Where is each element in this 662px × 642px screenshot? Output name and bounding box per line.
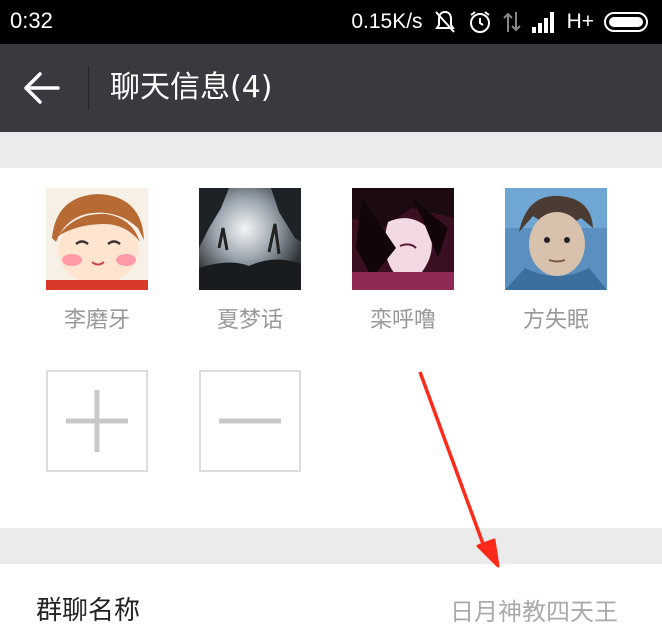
title-divider xyxy=(88,66,89,110)
title-bar: 聊天信息(4) xyxy=(0,44,662,132)
alarm-icon xyxy=(467,9,493,35)
remove-member-button[interactable] xyxy=(199,370,301,472)
mute-icon xyxy=(433,9,457,35)
member-item[interactable]: 李磨牙 xyxy=(45,188,149,334)
status-time: 0:32 xyxy=(10,8,53,33)
member-name: 李磨牙 xyxy=(63,308,130,333)
plus-icon xyxy=(66,390,128,452)
back-arrow-icon[interactable] xyxy=(22,70,62,106)
member-item[interactable]: 夏梦话 xyxy=(198,188,302,334)
data-transfer-icon xyxy=(502,10,521,34)
member-item[interactable]: 方失眠 xyxy=(504,188,608,334)
group-name-row[interactable]: 群聊名称 日月神教四天王 xyxy=(0,564,662,642)
minus-icon xyxy=(219,418,281,424)
member-name: 栾呼噜 xyxy=(369,308,436,333)
group-name-label: 群聊名称 xyxy=(36,596,141,626)
member-name: 夏梦话 xyxy=(216,308,283,333)
avatar[interactable] xyxy=(199,188,301,290)
add-member-button[interactable] xyxy=(46,370,148,472)
battery-icon xyxy=(604,11,650,33)
page-title: 聊天信息(4) xyxy=(110,70,273,105)
member-name: 方失眠 xyxy=(522,308,589,333)
group-name-value: 日月神教四天王 xyxy=(450,598,618,626)
network-speed: 0.15K/s xyxy=(351,10,423,33)
avatar[interactable] xyxy=(352,188,454,290)
status-bar: 0:32 0.15K/s H+ xyxy=(0,0,662,44)
avatar[interactable] xyxy=(505,188,607,290)
member-item[interactable]: 栾呼噜 xyxy=(351,188,455,334)
member-grid: 李磨牙 夏梦话 栾呼噜 方失眠 xyxy=(0,168,662,528)
network-type: H+ xyxy=(566,10,594,33)
signal-icon xyxy=(531,11,557,33)
status-icons: 0.15K/s H+ xyxy=(351,6,650,38)
avatar[interactable] xyxy=(46,188,148,290)
